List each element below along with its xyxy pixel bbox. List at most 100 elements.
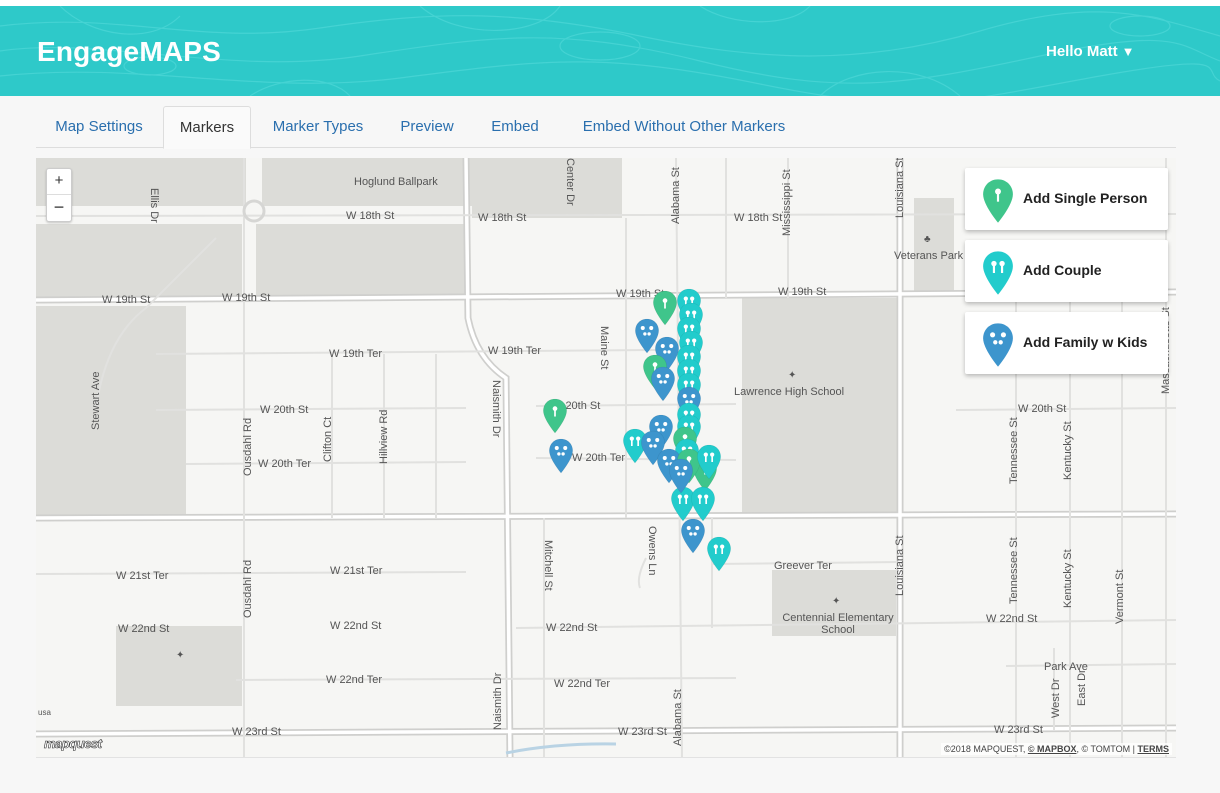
mapquest-logo: mapquest <box>44 736 103 752</box>
street-label: W 19th Ter <box>488 345 541 357</box>
street-label: West Dr <box>1050 678 1062 718</box>
zoom-control: + − <box>46 168 72 222</box>
attribution-copyright: ©2018 MAPQUEST, <box>944 744 1026 754</box>
add-couple-label: Add Couple <box>1023 262 1102 278</box>
add-family-w-kids-label: Add Family w Kids <box>1023 334 1148 350</box>
family-marker[interactable] <box>548 438 573 474</box>
street-label: Kentucky St <box>1062 549 1074 608</box>
street-label: W 18th St <box>478 212 527 224</box>
street-label: Hillview Rd <box>378 409 390 464</box>
add-single-person-label: Add Single Person <box>1023 190 1148 206</box>
attribution-tomtom: , © TOMTOM | <box>1076 744 1135 754</box>
map-attribution: ©2018 MAPQUEST, © MAPBOX, © TOMTOM | TER… <box>941 743 1172 755</box>
mapbox-link[interactable]: © MAPBOX <box>1028 744 1077 754</box>
tab-bar: Map Settings Markers Marker Types Previe… <box>36 106 1176 149</box>
street-label: W 20th Ter <box>258 458 311 470</box>
couple-marker-icon <box>697 444 721 480</box>
add-family-w-kids-button[interactable]: Add Family w Kids <box>965 312 1168 374</box>
street-label: W 19th St <box>222 292 271 304</box>
street-label: Naismith Dr <box>492 672 504 730</box>
street-label: W 19th Ter <box>329 348 382 360</box>
street-label: Louisiana St <box>894 158 906 218</box>
street-label: W 18th St <box>346 210 395 222</box>
user-greeting: Hello Matt <box>1046 43 1118 60</box>
street-label: Mitchell St <box>542 540 554 591</box>
tab-markers[interactable]: Markers <box>163 106 251 149</box>
couple-marker-icon <box>983 251 1013 295</box>
street-label: W 21st Ter <box>116 570 169 582</box>
family-marker[interactable] <box>650 366 675 402</box>
street-label: W 20th St <box>1018 403 1067 415</box>
street-label: W 22nd St <box>118 623 170 635</box>
street-label: W 18th St <box>734 212 783 224</box>
poi-hoglund-ballpark: Hoglund Ballpark <box>354 176 438 188</box>
street-label: Maine St <box>598 326 610 370</box>
family-marker[interactable] <box>680 518 705 554</box>
zoom-out-button[interactable]: − <box>47 195 71 221</box>
tab-preview[interactable]: Preview <box>398 106 456 148</box>
street-label: Clifton Ct <box>322 416 334 462</box>
terms-link[interactable]: TERMS <box>1138 744 1170 754</box>
app-header: EngageMAPS Hello Matt ▼ <box>0 6 1220 96</box>
street-label: W 22nd St <box>986 613 1038 625</box>
street-label: Ellis Dr <box>148 188 160 223</box>
single-marker-icon <box>543 398 567 434</box>
street-label: Mississippi St <box>781 169 793 236</box>
family-marker-icon <box>651 366 675 402</box>
single-marker[interactable] <box>542 398 567 434</box>
street-label: Stewart Ave <box>90 371 102 431</box>
street-label: East Dr <box>1076 669 1088 706</box>
street-label: Center Dr <box>564 158 576 206</box>
street-label: W 22nd Ter <box>554 678 611 690</box>
family-marker-icon <box>549 438 573 474</box>
street-label: W 20th St <box>260 404 309 416</box>
school-icon: ✦ <box>788 370 797 381</box>
street-label: W 19th St <box>102 294 151 306</box>
usa-label: usa <box>38 708 51 717</box>
add-couple-button[interactable]: Add Couple <box>965 240 1168 302</box>
street-label: Ousdahl Rd <box>242 559 254 618</box>
street-label: W 22nd St <box>330 620 382 632</box>
add-single-person-button[interactable]: Add Single Person <box>965 168 1168 230</box>
street-label: Alabama St <box>670 167 682 224</box>
zoom-in-button[interactable]: + <box>47 169 71 195</box>
street-label: Alabama St <box>672 689 684 746</box>
street-label: W 20th Ter <box>572 452 625 464</box>
couple-marker[interactable] <box>706 536 731 572</box>
street-label: Ousdahl Rd <box>242 417 254 476</box>
tab-embed[interactable]: Embed <box>489 106 541 148</box>
street-label: W 22nd St <box>546 622 598 634</box>
street-label: Vermont St <box>1114 569 1126 624</box>
couple-marker[interactable] <box>696 444 721 480</box>
street-label: W 22nd Ter <box>326 674 383 686</box>
street-label: W 23rd St <box>618 726 667 738</box>
street-label: W 21st Ter <box>330 565 383 577</box>
poi-centennial-elementary: Centennial Elementary School <box>782 612 894 636</box>
family-marker-icon <box>983 323 1013 367</box>
street-label: W 19th St <box>778 286 827 298</box>
tree-icon: ♣ <box>924 234 931 245</box>
street-label: Tennessee St <box>1008 417 1020 484</box>
school-icon: ✦ <box>176 650 185 661</box>
street-label: Tennessee St <box>1008 537 1020 604</box>
poi-veterans-park: Veterans Park <box>894 250 964 262</box>
street-label: Naismith Dr <box>490 380 502 438</box>
school-icon: ✦ <box>832 596 841 607</box>
map-canvas[interactable]: W 18th St W 18th St W 18th St W 19th St … <box>36 158 1176 758</box>
caret-down-icon: ▼ <box>1121 44 1135 59</box>
tab-map-settings[interactable]: Map Settings <box>52 106 146 148</box>
tab-embed-without-other-markers[interactable]: Embed Without Other Markers <box>574 106 794 148</box>
street-label: W 23rd St <box>994 724 1043 736</box>
poi-lawrence-high-school: Lawrence High School <box>734 386 845 398</box>
tab-marker-types[interactable]: Marker Types <box>270 106 366 148</box>
app-logo[interactable]: EngageMAPS <box>37 36 221 68</box>
family-marker-icon <box>669 458 693 494</box>
couple-marker-icon <box>707 536 731 572</box>
street-label: Greever Ter <box>774 560 832 572</box>
user-menu[interactable]: Hello Matt ▼ <box>1046 43 1135 60</box>
street-label: Louisiana St <box>894 535 906 596</box>
street-label: Kentucky St <box>1062 421 1074 480</box>
single-person-marker-icon <box>983 179 1013 223</box>
family-marker[interactable] <box>668 458 693 494</box>
street-label: Owens Ln <box>646 526 658 576</box>
